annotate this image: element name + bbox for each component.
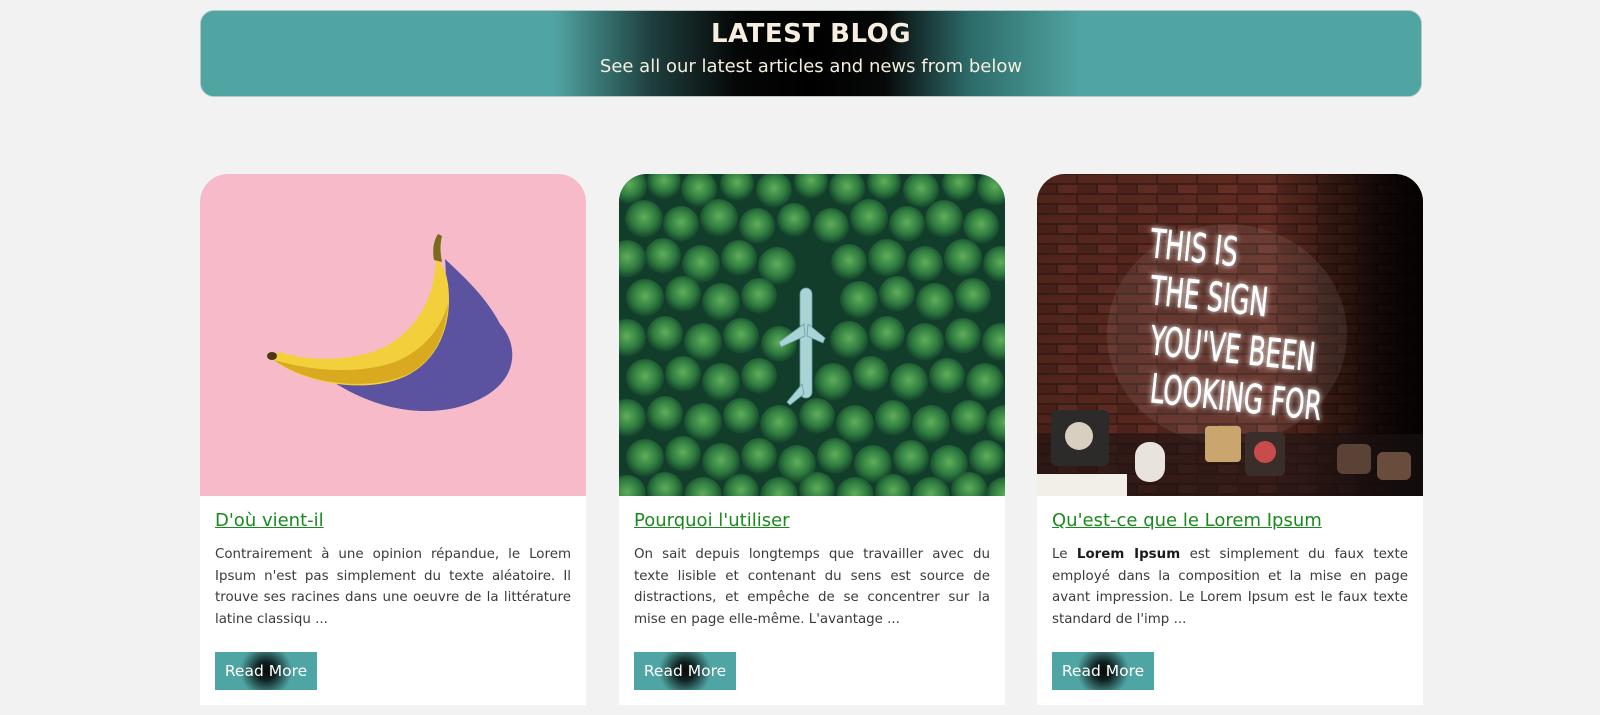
card-body: Pourquoi l'utiliser On sait depuis longt…: [619, 496, 1005, 690]
page: LATEST BLOG See all our latest articles …: [0, 0, 1600, 715]
card-excerpt: Contrairement à une opinion répandue, le…: [215, 547, 571, 627]
page-title: LATEST BLOG: [710, 19, 912, 49]
blog-card: Pourquoi l'utiliser On sait depuis longt…: [619, 174, 1005, 705]
page-subtitle: See all our latest articles and news fro…: [599, 56, 1023, 77]
card-title-link[interactable]: Pourquoi l'utiliser: [634, 508, 790, 534]
read-more-button[interactable]: Read More: [634, 652, 736, 690]
card-title-link[interactable]: D'où vient-il: [215, 508, 324, 534]
card-excerpt: On sait depuis longtemps que travailler …: [634, 547, 990, 627]
blog-card: D'où vient-il Contrairement à une opinio…: [200, 174, 586, 705]
card-excerpt-bold: Lorem Ipsum: [1076, 547, 1181, 562]
read-more-button[interactable]: Read More: [1052, 652, 1154, 690]
card-body: Qu'est-ce que le Lorem Ipsum Le Lorem Ip…: [1037, 496, 1423, 690]
banana-on-pink-image[interactable]: [200, 174, 586, 496]
card-excerpt: Le Lorem Ipsum est simplement du faux te…: [1052, 544, 1408, 632]
read-more-button[interactable]: Read More: [215, 652, 317, 690]
airplane-in-forest-image[interactable]: [619, 174, 1005, 496]
neon-sign-brick-wall-image[interactable]: THIS IS THE SIGN YOU'VE BEEN LOOKING FOR: [1037, 174, 1423, 496]
blog-card: THIS IS THE SIGN YOU'VE BEEN LOOKING FOR: [1037, 174, 1423, 705]
blog-header-banner: LATEST BLOG See all our latest articles …: [200, 10, 1422, 97]
card-body: D'où vient-il Contrairement à une opinio…: [200, 496, 586, 690]
card-excerpt-prefix: Le: [1052, 547, 1077, 562]
card-title-link[interactable]: Qu'est-ce que le Lorem Ipsum: [1052, 508, 1322, 534]
